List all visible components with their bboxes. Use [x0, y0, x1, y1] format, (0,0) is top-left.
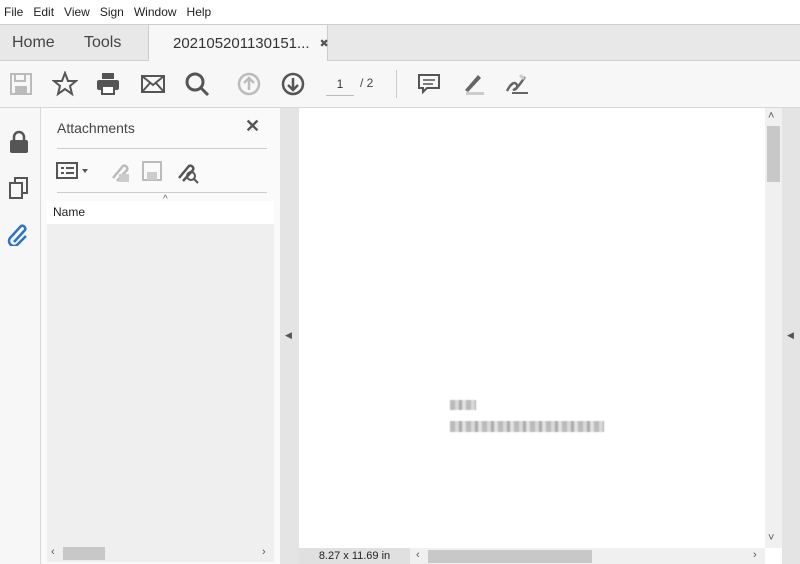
menu-file[interactable]: File — [0, 5, 29, 19]
zoom-search-icon[interactable] — [184, 71, 210, 97]
attachments-paperclip-icon[interactable] — [6, 222, 30, 246]
toolbar-divider — [396, 70, 397, 98]
menu-edit[interactable]: Edit — [29, 5, 60, 19]
sort-ascending-icon: ^ — [163, 194, 168, 205]
attachments-list — [47, 224, 274, 545]
options-list-icon[interactable] — [55, 160, 91, 182]
column-header-name[interactable]: Name — [47, 201, 274, 224]
lock-icon[interactable] — [8, 130, 30, 154]
menu-view[interactable]: View — [60, 5, 96, 19]
menu-help[interactable]: Help — [183, 5, 218, 19]
document-page — [299, 108, 765, 548]
scroll-down-icon[interactable]: ˅ — [768, 532, 774, 544]
tab-document[interactable]: 202105201130151... ✖ — [148, 24, 329, 61]
scroll-left-icon[interactable]: ‹ — [416, 549, 420, 561]
document-tab-title: 202105201130151... — [173, 34, 310, 52]
page-number-input[interactable]: 1 — [326, 74, 354, 96]
highlight-pen-icon[interactable] — [460, 71, 486, 97]
close-panel-icon[interactable]: ✕ — [245, 116, 260, 137]
right-gutter: ◀ — [782, 108, 800, 564]
next-page-icon[interactable] — [280, 71, 306, 97]
scroll-thumb[interactable] — [767, 126, 780, 182]
scroll-right-icon[interactable]: › — [262, 546, 266, 558]
pages-icon[interactable] — [8, 176, 30, 200]
divider — [57, 148, 267, 149]
tab-bar: Home Tools 202105201130151... ✖ — [0, 24, 800, 61]
scroll-up-icon[interactable]: ˄ — [768, 110, 774, 122]
page-total: / 2 — [360, 76, 374, 90]
navigation-rail — [0, 108, 41, 564]
search-attachments-icon[interactable] — [173, 160, 201, 184]
toolbar: 1 / 2 — [0, 61, 800, 108]
print-icon[interactable] — [95, 71, 121, 97]
menu-sign[interactable]: Sign — [96, 5, 130, 19]
comment-icon[interactable] — [416, 71, 442, 97]
expand-right-pane-icon[interactable]: ◀ — [787, 330, 794, 341]
scroll-right-icon[interactable]: › — [753, 549, 757, 561]
collapse-panel-icon[interactable]: ◀ — [285, 330, 292, 341]
redacted-text — [450, 400, 476, 410]
scroll-thumb[interactable] — [428, 550, 592, 563]
horizontal-scrollbar[interactable]: ‹ › — [47, 545, 274, 562]
menu-window[interactable]: Window — [130, 5, 183, 19]
scroll-thumb[interactable] — [63, 547, 105, 560]
attachments-panel: Attachments ✕ Name ^ ‹ › — [41, 108, 280, 564]
horizontal-scrollbar[interactable]: ‹ › — [410, 548, 765, 564]
divider — [57, 192, 267, 193]
vertical-scrollbar[interactable]: ˄ ˅ — [765, 108, 782, 548]
close-tab-icon[interactable]: ✖ — [320, 37, 329, 50]
email-icon[interactable] — [140, 71, 166, 97]
add-attachment-icon[interactable] — [107, 160, 131, 184]
tab-tools[interactable]: Tools — [84, 34, 121, 52]
save-attachment-icon[interactable] — [141, 160, 165, 184]
scroll-left-icon[interactable]: ‹ — [51, 546, 55, 558]
bookmark-star-icon[interactable] — [52, 71, 78, 97]
left-gutter: ◀ — [280, 108, 299, 564]
menu-bar: File Edit View Sign Window Help — [0, 0, 800, 24]
save-icon[interactable] — [8, 71, 34, 97]
page-size-label: 8.27 x 11.69 in — [299, 548, 410, 564]
panel-title: Attachments — [57, 120, 135, 136]
sign-icon[interactable] — [504, 71, 530, 97]
tab-home[interactable]: Home — [12, 34, 55, 52]
redacted-text — [450, 421, 604, 432]
previous-page-icon[interactable] — [236, 71, 262, 97]
